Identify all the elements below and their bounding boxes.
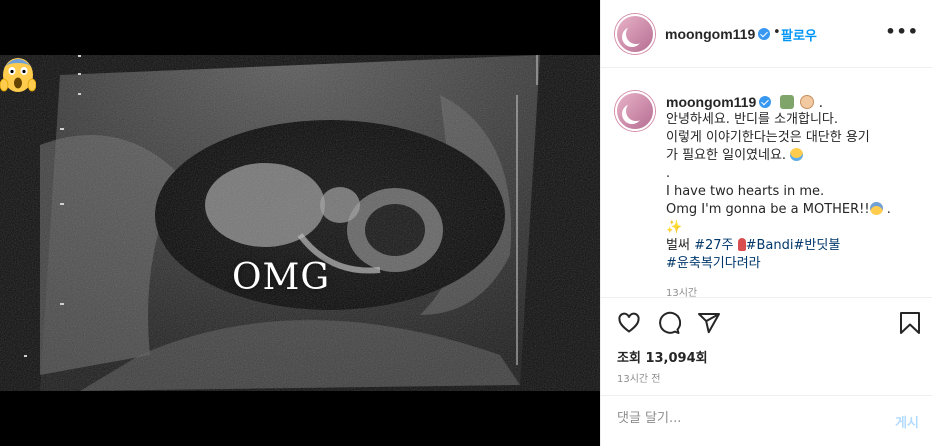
post-date[interactable]: 13시간 전 xyxy=(617,370,661,385)
hashtag-link[interactable]: #Bandi xyxy=(746,238,794,253)
post-details-panel: moongom119 • 팔로우 ••• moongom119 . 안녕하세요.… xyxy=(600,0,932,446)
woman-icon xyxy=(779,95,794,109)
hashtag-link[interactable]: #27주 xyxy=(694,238,733,253)
post-media[interactable]: OMG xyxy=(0,0,600,446)
pregnant-woman-icon xyxy=(737,238,746,251)
more-options-icon[interactable]: ••• xyxy=(885,22,919,41)
verified-badge-icon xyxy=(759,96,772,108)
caption-line: . xyxy=(666,166,671,181)
caption-head-dot: . xyxy=(818,95,824,111)
caption-line: ✨ xyxy=(666,219,916,237)
hashtag-link[interactable]: #반딧불 xyxy=(794,238,841,253)
caption-username[interactable]: moongom119 xyxy=(666,94,756,110)
sparkles-icon: ✨ xyxy=(666,220,683,235)
overlay-text: OMG xyxy=(232,257,331,298)
caption-text: 안녕하세요. 반디를 소개합니다. 이렇게 이야기한다는것은 대단한 용기 가 … xyxy=(666,111,916,273)
header-username-text[interactable]: moongom119 xyxy=(665,26,755,42)
bookmark-icon[interactable] xyxy=(899,311,921,335)
caption-line-text: 벌써 xyxy=(666,238,690,253)
separator-dot: • xyxy=(773,25,781,40)
comment-form: 게시 xyxy=(601,395,932,446)
heart-icon[interactable] xyxy=(617,311,641,335)
post-comment-button[interactable]: 게시 xyxy=(895,412,919,431)
caption-line: I have two hearts in me. xyxy=(666,184,825,199)
comment-icon[interactable] xyxy=(657,311,681,335)
caption-line: #윤축복기다려라 xyxy=(666,255,916,273)
comment-timestamp: 13시간 xyxy=(666,288,698,297)
avatar[interactable] xyxy=(615,14,655,54)
caption-line: 벌써 #27주 #Bandi#반딧불 xyxy=(666,237,916,255)
baby-icon xyxy=(800,95,815,109)
caption-trailing-dot: . xyxy=(886,202,891,217)
comment-input[interactable] xyxy=(617,411,857,426)
follow-button[interactable]: 팔로우 xyxy=(781,25,817,44)
comments-area[interactable]: moongom119 . 안녕하세요. 반디를 소개합니다. 이렇게 이야기한다… xyxy=(601,69,932,297)
caption-line: 가 필요한 일이였네요. xyxy=(666,147,916,165)
crescent-moon-icon xyxy=(626,24,646,44)
caption-line-text: Omg I'm gonna be a MOTHER!! xyxy=(666,202,870,217)
view-count[interactable]: 조회 13,094회 xyxy=(617,347,708,366)
verified-badge-icon xyxy=(758,28,771,40)
caption-line-text: 가 필요한 일이였네요. xyxy=(666,148,787,163)
post-actions: 조회 13,094회 13시간 전 xyxy=(601,297,932,387)
crescent-moon-icon xyxy=(626,101,646,121)
caption-line: Omg I'm gonna be a MOTHER!! . xyxy=(666,201,916,219)
ultrasound-image xyxy=(0,55,600,391)
caption-avatar[interactable] xyxy=(615,91,655,131)
crying-face-icon xyxy=(790,148,804,161)
header-username[interactable]: moongom119 xyxy=(665,26,771,42)
hashtag-link[interactable]: #윤축복기다려라 xyxy=(666,256,761,271)
share-icon[interactable] xyxy=(697,311,721,335)
caption-header: moongom119 . xyxy=(666,94,823,111)
post-header: moongom119 • 팔로우 ••• xyxy=(601,0,932,68)
face-screaming-in-fear-icon xyxy=(0,58,36,92)
ultrasound-video[interactable]: OMG xyxy=(0,55,600,391)
face-screaming-in-fear-icon xyxy=(869,202,883,215)
caption-line: 안녕하세요. 반디를 소개합니다. xyxy=(666,112,839,127)
caption-line: 이렇게 이야기한다는것은 대단한 용기 xyxy=(666,130,870,145)
